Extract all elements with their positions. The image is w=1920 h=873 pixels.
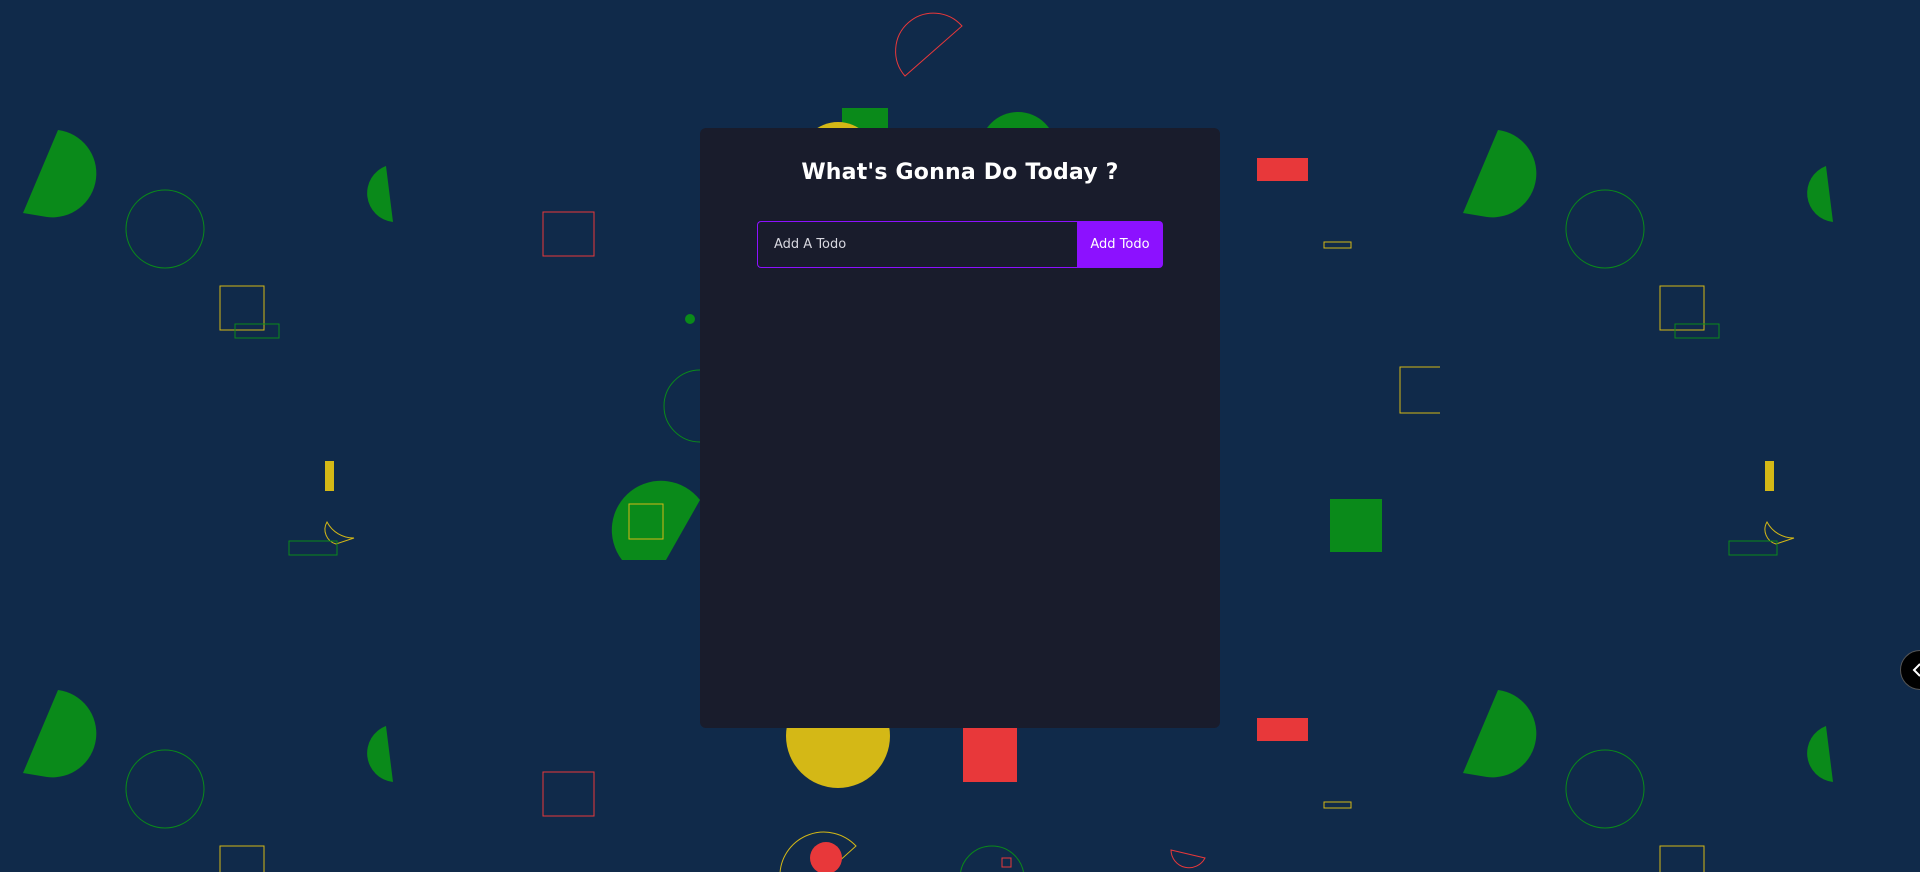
green-circle-outline-shape	[1565, 749, 1645, 829]
green-rect-outline-shape	[1674, 323, 1720, 339]
page-title: What's Gonna Do Today ?	[801, 160, 1119, 185]
chevron-left-icon	[1912, 663, 1920, 677]
green-rect-outline-shape	[234, 323, 280, 339]
red-half-circle-outline-shape	[1170, 849, 1206, 869]
red-square-outline-shape	[542, 771, 595, 817]
green-half-circle-shape	[23, 690, 97, 778]
green-half-circle-shape	[23, 130, 97, 218]
green-half-circle-shape	[367, 166, 393, 222]
green-half-circle-shape	[1463, 690, 1537, 778]
green-circle-outline-shape	[125, 189, 205, 269]
yellow-square-outline-shape	[219, 285, 265, 331]
green-half-circle-shape	[1807, 166, 1833, 222]
yellow-square-outline-shape	[1659, 285, 1705, 331]
yellow-bar-shape	[325, 461, 334, 491]
red-square-shape	[963, 728, 1017, 782]
green-square-shape	[1330, 499, 1382, 552]
green-half-circle-shape	[1463, 130, 1537, 218]
add-todo-button[interactable]: Add Todo	[1077, 221, 1163, 268]
yellow-rect-outline-shape	[1323, 241, 1352, 249]
green-dot-shape	[685, 314, 695, 324]
green-circle-outline-shape	[1565, 189, 1645, 269]
yellow-square-outline-shape	[1659, 845, 1705, 873]
green-half-circle-shape	[367, 726, 393, 782]
red-half-circle-outline-shape	[895, 12, 963, 77]
todo-input[interactable]	[757, 221, 1077, 268]
green-half-circle-shape	[611, 480, 700, 560]
yellow-square-outline-shape	[219, 845, 265, 873]
red-circle-shape	[810, 842, 842, 873]
red-small-square-outline-shape	[1001, 857, 1012, 868]
red-rect-shape	[1257, 158, 1308, 181]
green-circle-outline-shape	[959, 845, 1025, 873]
green-half-circle-shape	[1807, 726, 1833, 782]
todo-card: What's Gonna Do Today ? Add Todo	[700, 128, 1220, 728]
green-circle-outline-shape	[125, 749, 205, 829]
yellow-rect-outline-shape	[1323, 801, 1352, 809]
green-rect-outline-shape	[288, 540, 338, 556]
green-rect-outline-shape	[1728, 540, 1778, 556]
todo-form: Add Todo	[757, 221, 1163, 268]
red-square-outline-shape	[542, 211, 595, 257]
red-rect-shape	[1257, 718, 1308, 741]
yellow-bracket-outline-shape	[1399, 366, 1440, 414]
yellow-bar-shape	[1765, 461, 1774, 491]
